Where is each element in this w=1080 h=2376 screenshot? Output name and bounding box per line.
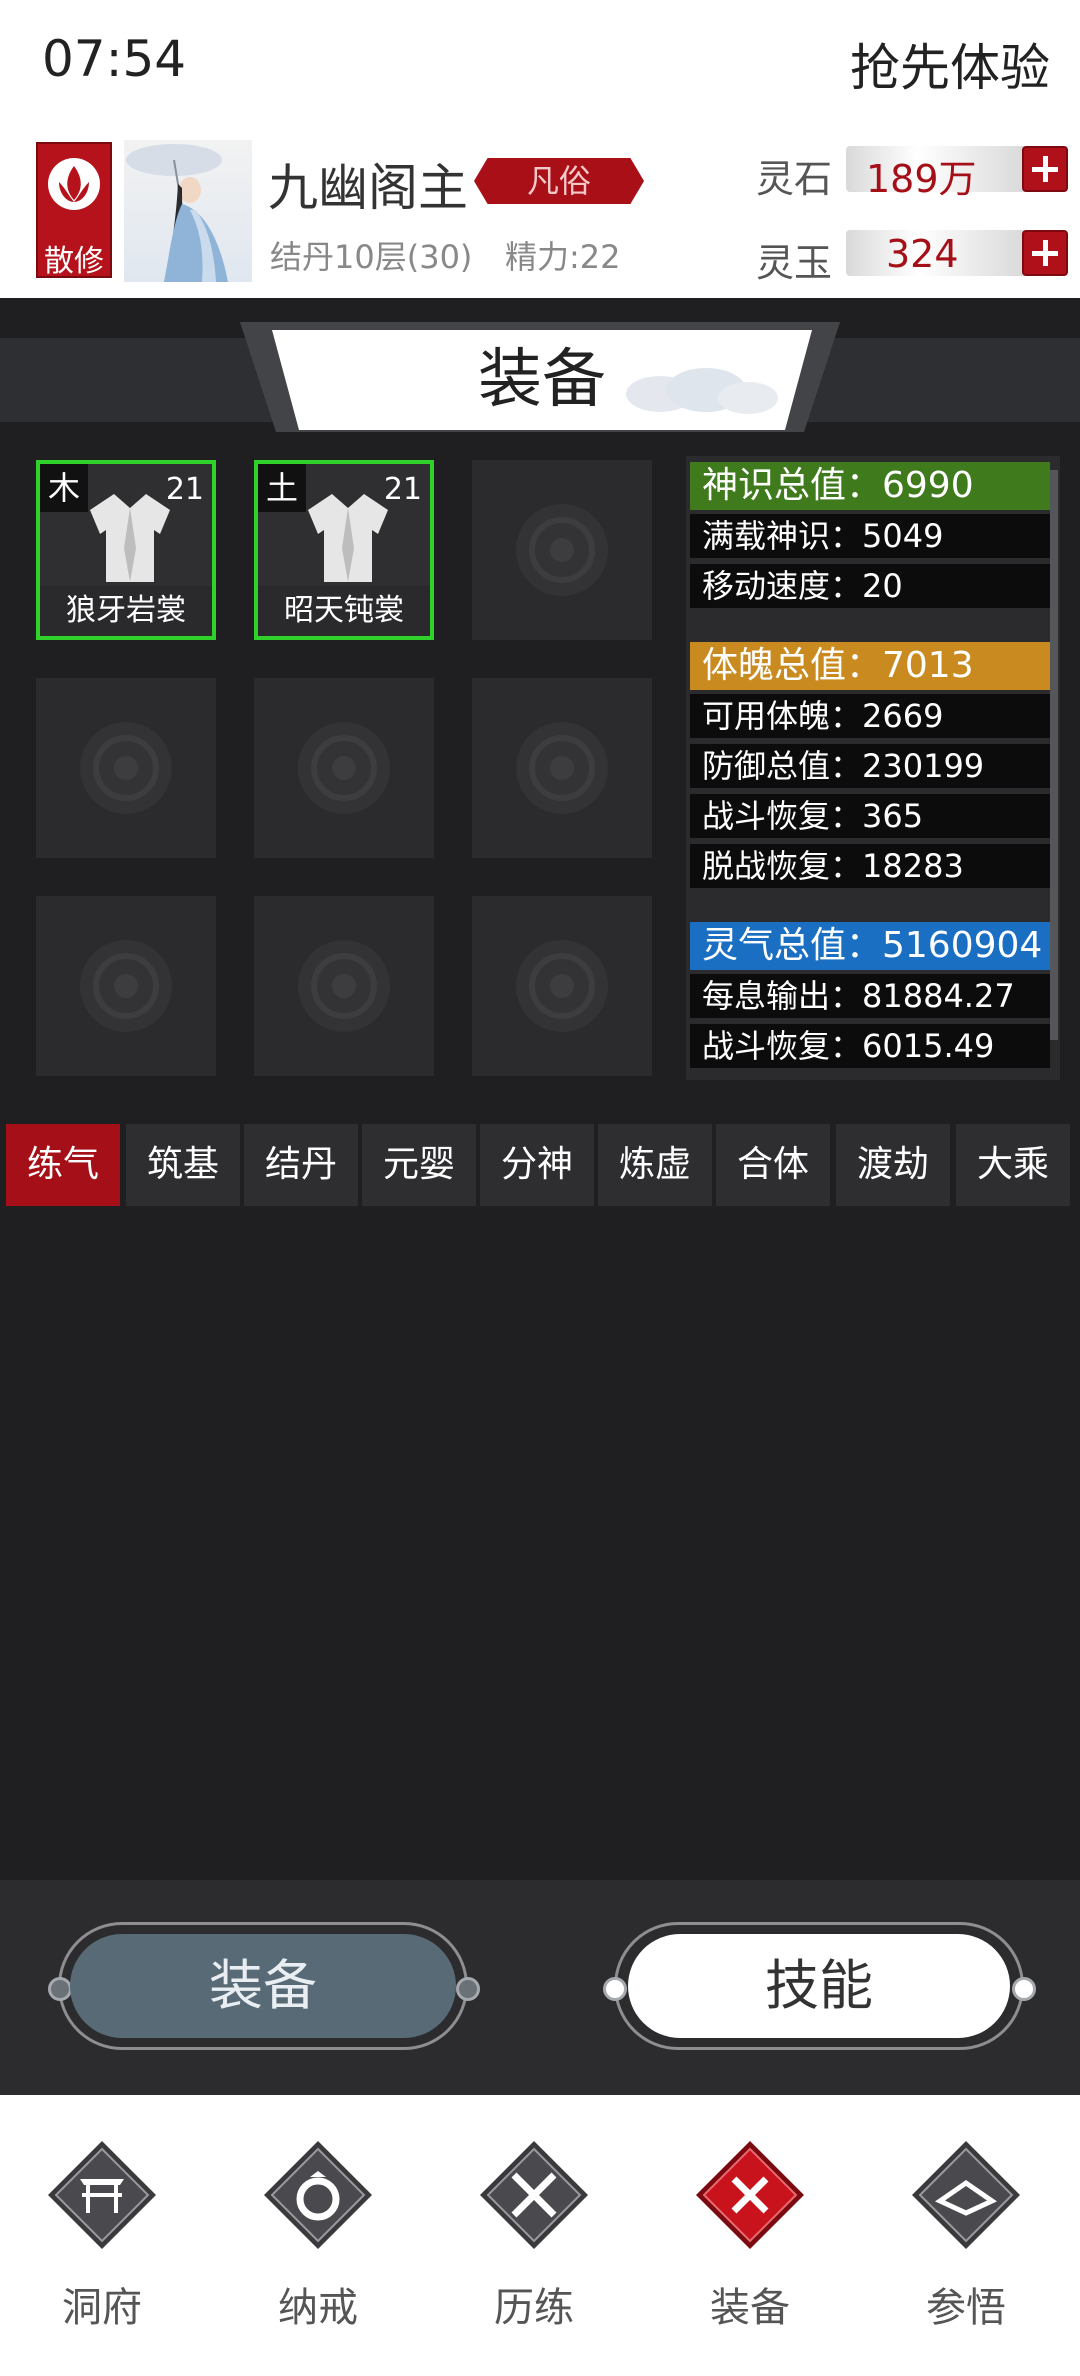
nav-label: 历练 <box>494 2285 574 2331</box>
empty-slot-emblem-icon <box>516 940 608 1032</box>
close-icon <box>696 2141 804 2249</box>
tab-qi-refining[interactable]: 练气 <box>6 1124 120 1206</box>
lotus-icon <box>48 158 100 210</box>
spirit-stone-value: 189万 <box>866 157 977 201</box>
bottom-navigation: 洞府 纳戒 历练 装备 参悟 <box>0 2095 1080 2376</box>
tab-core-formation[interactable]: 结丹 <box>244 1124 358 1206</box>
tab-spirit-severing[interactable]: 分神 <box>480 1124 594 1206</box>
equip-button[interactable]: 装备 <box>70 1934 456 2038</box>
stat-row: 防御总值：230199 <box>690 744 1050 788</box>
nav-label: 装备 <box>710 2285 790 2331</box>
item-name: 狼牙岩裳 <box>40 586 212 636</box>
frame-dot <box>48 1977 72 2001</box>
stat-row: 战斗恢复：6015.49 <box>690 1024 1050 1068</box>
stat-row: 每息输出：81884.27 <box>690 974 1050 1018</box>
gate-icon <box>48 2141 156 2249</box>
equipment-slot[interactable]: 木 21 狼牙岩裳 <box>36 460 216 640</box>
player-name: 九幽阁主 <box>268 159 468 217</box>
empty-slot-emblem-icon <box>298 940 390 1032</box>
action-panel: 装备 技能 <box>0 1880 1080 2095</box>
nav-item-training[interactable]: 历练 <box>444 2135 624 2335</box>
nav-item-equipment[interactable]: 装备 <box>660 2135 840 2335</box>
tab-tribulation[interactable]: 渡劫 <box>836 1124 950 1206</box>
tab-nascent-soul[interactable]: 元婴 <box>362 1124 476 1206</box>
realm-level: 结丹10层(30) <box>270 238 473 276</box>
sect-badge[interactable]: 散修 <box>36 142 112 279</box>
tab-integration[interactable]: 合体 <box>716 1124 830 1206</box>
spirit-jade-label: 灵玉 <box>756 241 833 285</box>
empty-equipment-slot[interactable] <box>254 678 434 858</box>
spirit-stone-label: 灵石 <box>756 157 833 201</box>
stat-header-spirit-qi: 灵气总值：5160904 <box>690 922 1050 970</box>
tab-void-refining[interactable]: 炼虚 <box>598 1124 712 1206</box>
nav-label: 纳戒 <box>278 2285 358 2331</box>
content-area <box>0 1206 1080 1880</box>
stat-row: 可用体魄：2669 <box>690 694 1050 738</box>
spirit-jade-value: 324 <box>886 232 959 276</box>
empty-slot-emblem-icon <box>516 722 608 814</box>
realm-tabs: 练气 筑基 结丹 元婴 分神 炼虚 合体 渡劫 大乘 <box>6 1124 1074 1206</box>
stat-row: 满载神识：5049 <box>690 514 1050 558</box>
empty-equipment-slot[interactable] <box>472 460 652 640</box>
robe-icon <box>90 494 170 582</box>
robe-icon <box>308 494 388 582</box>
empty-equipment-slot[interactable] <box>472 678 652 858</box>
avatar[interactable] <box>124 140 252 282</box>
energy-value: 精力:22 <box>505 238 621 276</box>
avatar-portrait-icon <box>126 144 228 282</box>
nav-label: 洞府 <box>62 2285 142 2331</box>
element-tag: 土 <box>258 464 306 512</box>
sect-label: 散修 <box>44 244 104 279</box>
add-spirit-jade-button[interactable] <box>1022 230 1068 276</box>
nav-item-enlightenment[interactable]: 参悟 <box>876 2135 1056 2335</box>
add-spirit-stone-button[interactable] <box>1022 146 1068 192</box>
empty-equipment-slot[interactable] <box>36 896 216 1076</box>
stat-row: 脱战恢复：18283 <box>690 844 1050 888</box>
status-bar: 07:54 抢先体验 <box>0 0 1080 130</box>
stat-row: 移动速度：20 <box>690 564 1050 608</box>
stats-panel[interactable]: 神识总值：6990 满载神识：5049 移动速度：20 体魄总值：7013 可用… <box>686 456 1060 1080</box>
scroll-icon <box>912 2141 1020 2249</box>
empty-slot-emblem-icon <box>298 722 390 814</box>
ring-icon <box>264 2141 372 2249</box>
empty-equipment-slot[interactable] <box>254 896 434 1076</box>
element-tag: 木 <box>40 464 88 512</box>
skills-button[interactable]: 技能 <box>628 1934 1010 2038</box>
stat-row: 战斗恢复：365 <box>690 794 1050 838</box>
stats-scrollbar[interactable] <box>1050 470 1058 1040</box>
empty-slot-emblem-icon <box>80 940 172 1032</box>
clock: 07:54 <box>42 30 187 88</box>
empty-equipment-slot[interactable] <box>472 896 652 1076</box>
empty-equipment-slot[interactable] <box>36 678 216 858</box>
crossed-swords-icon <box>480 2141 588 2249</box>
empty-slot-emblem-icon <box>80 722 172 814</box>
nav-label: 参悟 <box>926 2285 1006 2331</box>
tab-mahayana[interactable]: 大乘 <box>956 1124 1070 1206</box>
frame-dot <box>1012 1977 1036 2001</box>
frame-dot <box>603 1977 627 2001</box>
section-title: 装备 <box>478 343 606 417</box>
rank-badge: 凡俗 <box>474 158 644 204</box>
player-profile: 散修 九幽阁主 凡俗 结丹10层(30) 精力:22 灵石 189万 灵玉 32… <box>0 130 1080 298</box>
equipment-slot[interactable]: 土 21 昭天钝裳 <box>254 460 434 640</box>
nav-item-ring[interactable]: 纳戒 <box>228 2135 408 2335</box>
tab-foundation[interactable]: 筑基 <box>126 1124 240 1206</box>
item-name: 昭天钝裳 <box>258 586 430 636</box>
empty-slot-emblem-icon <box>516 504 608 596</box>
stat-header-spirit-sense: 神识总值：6990 <box>690 462 1050 510</box>
early-access-label[interactable]: 抢先体验 <box>850 28 1050 100</box>
frame-dot <box>456 1977 480 2001</box>
nav-item-cave[interactable]: 洞府 <box>12 2135 192 2335</box>
stat-header-physique: 体魄总值：7013 <box>690 642 1050 690</box>
